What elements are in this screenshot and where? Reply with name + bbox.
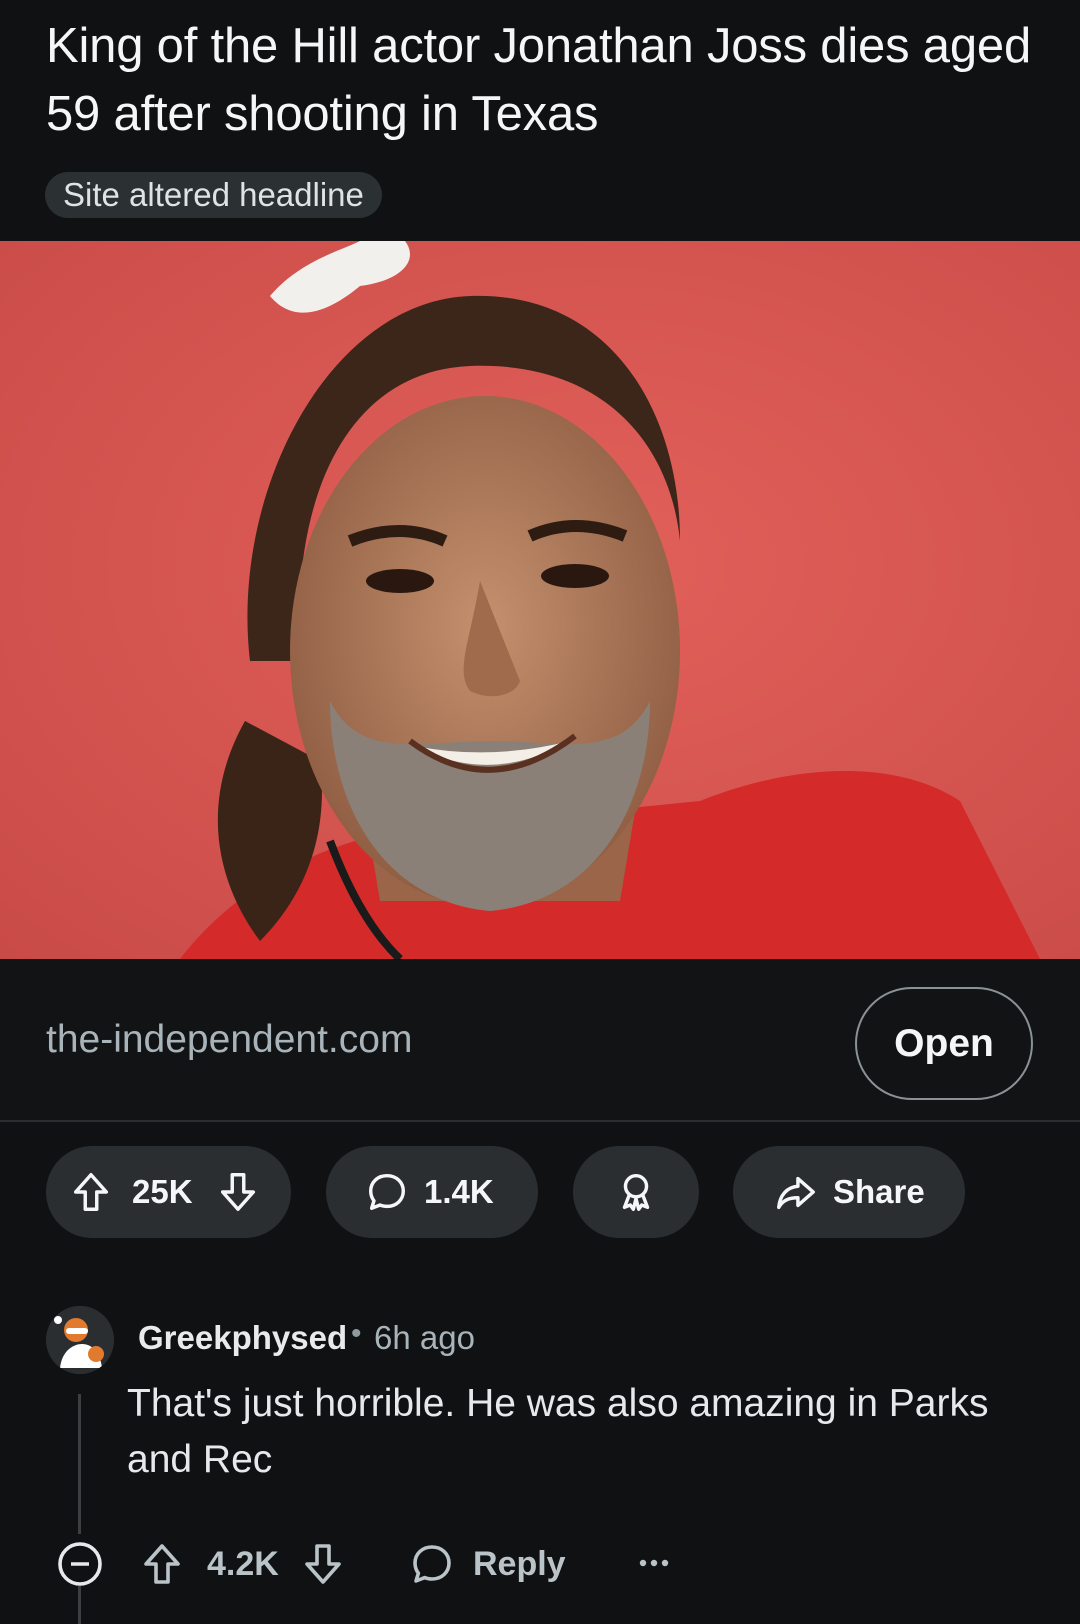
share-label: Share [833,1173,925,1210]
reply-icon[interactable] [408,1540,456,1593]
thread-line[interactable] [78,1394,81,1534]
award-button[interactable] [573,1146,699,1238]
open-link-button[interactable]: Open [855,987,1033,1100]
downvote-icon[interactable] [215,1169,261,1215]
post-flair: Site altered headline [45,172,382,218]
post-action-bar: 25K 1.4K Share [0,1146,1080,1238]
downvote-icon[interactable] [299,1540,347,1593]
reply-button[interactable]: Reply [473,1545,566,1584]
portrait-photo [0,241,1080,959]
comment-icon [364,1169,410,1215]
comment-score: 4.2K [207,1545,279,1583]
thread-line[interactable] [78,1586,81,1624]
post-header: King of the Hill actor Jonathan Joss die… [0,0,1080,241]
link-preview-bar[interactable]: the-independent.com Open [0,960,1080,1122]
comment-timestamp: 6h ago [374,1319,475,1356]
comments-button[interactable]: 1.4K [326,1146,538,1238]
comment: Greekphysed • 6h ago That's just horribl… [0,1306,1080,1624]
avatar[interactable] [46,1306,114,1374]
link-domain[interactable]: the-independent.com [46,1018,412,1062]
comment-author[interactable]: Greekphysed [138,1319,347,1357]
post-title[interactable]: King of the Hill actor Jonathan Joss die… [46,12,1046,148]
post-thumbnail[interactable] [0,241,1080,959]
comment-action-bar: 4.2K Reply [0,1531,1080,1601]
upvote-icon[interactable] [138,1540,186,1593]
comment-count: 1.4K [424,1173,494,1210]
upvote-icon[interactable] [68,1169,114,1215]
meta-separator: • [351,1317,362,1350]
post-score: 25K [132,1173,193,1210]
share-icon [773,1169,819,1215]
comment-body: That's just horrible. He was also amazin… [127,1382,989,1481]
award-icon [613,1169,659,1215]
share-button[interactable]: Share [733,1146,965,1238]
vote-control: 25K [46,1146,291,1238]
more-icon[interactable] [637,1553,671,1578]
